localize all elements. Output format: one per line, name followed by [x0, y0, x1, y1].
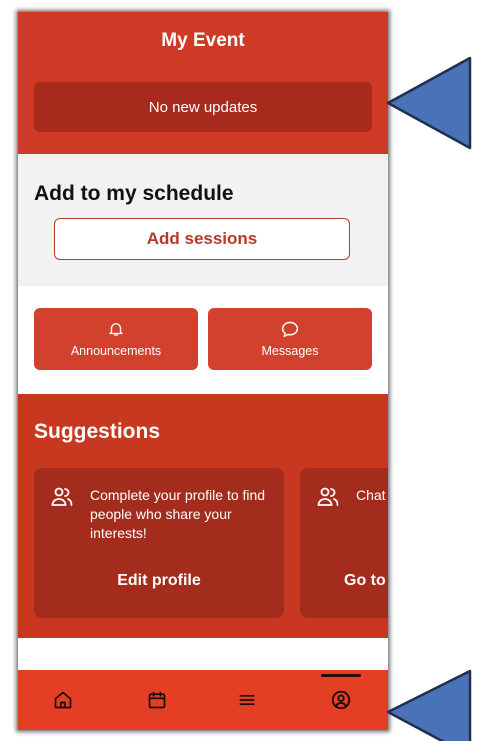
suggestions-heading: Suggestions: [34, 420, 161, 443]
go-to-link[interactable]: Go to: [344, 572, 388, 590]
home-icon: [54, 691, 72, 709]
chat-bubble-icon: [281, 321, 299, 338]
bottom-nav: [18, 670, 388, 730]
schedule-heading: Add to my schedule: [34, 182, 234, 205]
menu-icon: [239, 695, 255, 705]
add-sessions-button[interactable]: Add sessions: [54, 218, 350, 260]
quick-actions: Announcements Messages: [18, 286, 388, 394]
nav-home-tab[interactable]: [51, 688, 75, 712]
people-icon: [317, 487, 339, 506]
content-spacer: [18, 638, 388, 670]
suggestion-text: Complete your profile to find people who…: [90, 487, 266, 541]
schedule-section: Add to my schedule Add sessions: [18, 154, 388, 286]
messages-button[interactable]: Messages: [208, 308, 372, 370]
calendar-icon: [148, 691, 166, 709]
edit-profile-link[interactable]: Edit profile: [34, 572, 284, 590]
suggestion-card[interactable]: Complete your profile to find people who…: [34, 468, 284, 618]
messages-label: Messages: [261, 344, 319, 358]
event-header: My Event No new updates: [18, 12, 388, 154]
nav-profile-tab[interactable]: [329, 688, 353, 712]
nav-schedule-tab[interactable]: [145, 688, 169, 712]
bell-icon: [109, 323, 123, 336]
suggestion-card[interactable]: Chat eve Go to: [300, 468, 388, 618]
phone-screen: My Event No new updates Add to my schedu…: [18, 12, 388, 730]
suggestion-text: Chat eve: [356, 487, 388, 503]
announcements-label: Announcements: [70, 344, 162, 358]
pointer-arrow-icon: [386, 56, 472, 150]
announcements-button[interactable]: Announcements: [34, 308, 198, 370]
nav-menu-tab[interactable]: [235, 688, 259, 712]
people-icon: [51, 487, 73, 506]
active-tab-indicator: [321, 674, 361, 677]
pointer-arrow-icon: [386, 669, 472, 741]
suggestions-section: Suggestions Complete your profile to fin…: [18, 394, 388, 638]
updates-banner[interactable]: No new updates: [34, 82, 372, 132]
profile-icon: [331, 690, 351, 710]
page-title: My Event: [161, 30, 245, 51]
